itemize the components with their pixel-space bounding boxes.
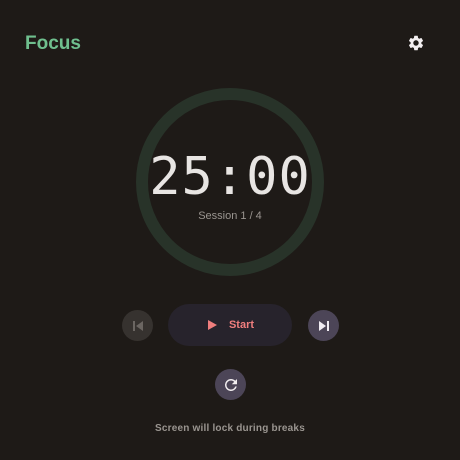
session-counter: Session 1 / 4 bbox=[198, 210, 262, 222]
skip-next-icon bbox=[318, 320, 329, 331]
play-icon bbox=[207, 320, 217, 330]
gear-icon bbox=[408, 35, 424, 51]
skip-previous-icon bbox=[132, 320, 143, 331]
start-button-label: Start bbox=[228, 319, 255, 331]
settings-button[interactable] bbox=[404, 31, 428, 55]
start-button[interactable]: Start bbox=[168, 304, 292, 346]
next-button[interactable] bbox=[308, 310, 339, 341]
refresh-icon bbox=[224, 378, 237, 391]
timer-display: 25:00 bbox=[149, 147, 311, 207]
break-lock-hint: Screen will lock during breaks bbox=[155, 423, 305, 434]
previous-button[interactable] bbox=[122, 310, 153, 341]
reset-button[interactable] bbox=[215, 369, 246, 400]
app-title: Focus bbox=[25, 33, 81, 54]
